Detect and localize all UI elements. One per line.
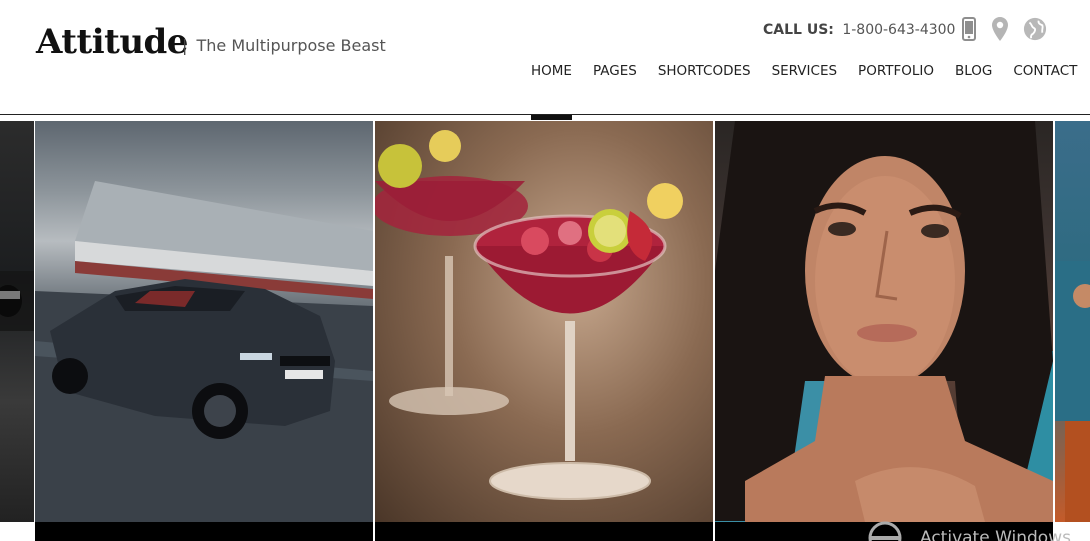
nav-home[interactable]: HOME <box>531 60 572 82</box>
site-logo[interactable]: Attitude <box>36 22 188 62</box>
windows-watermark-icon <box>868 521 902 541</box>
gallery-caption-bar <box>375 522 713 541</box>
activate-windows-watermark: Activate Windows <box>868 521 1071 541</box>
gallery-tile-portrait[interactable] <box>715 121 1053 522</box>
map-pin-icon[interactable] <box>988 16 1012 42</box>
nav-shortcodes[interactable]: SHORTCODES <box>658 60 751 82</box>
main-nav: HOME PAGES SHORTCODES SERVICES PORTFOLIO… <box>531 60 1077 82</box>
gallery-caption-bar <box>35 522 373 541</box>
nav-pages[interactable]: PAGES <box>593 60 637 82</box>
gallery-tile-cocktail[interactable] <box>375 121 713 522</box>
gallery-tile-motorcycle[interactable] <box>0 121 34 522</box>
gallery-tile-people[interactable] <box>1055 121 1090 522</box>
globe-icon[interactable] <box>1023 16 1047 42</box>
nav-active-indicator <box>531 115 572 120</box>
call-us-label: CALL US: <box>763 22 834 38</box>
phone-number[interactable]: 1-800-643-4300 <box>842 22 955 38</box>
nav-portfolio[interactable]: PORTFOLIO <box>858 60 934 82</box>
nav-contact[interactable]: CONTACT <box>1013 60 1077 82</box>
portfolio-gallery <box>0 121 1090 541</box>
call-us: CALL US: 1-800-643-4300 <box>763 19 955 41</box>
tagline-separator: | <box>182 36 188 55</box>
nav-services[interactable]: SERVICES <box>772 60 837 82</box>
mobile-phone-icon[interactable] <box>957 16 981 42</box>
site-tagline: | The Multipurpose Beast <box>182 35 386 57</box>
watermark-text: Activate Windows <box>920 528 1071 541</box>
site-header: Attitude | The Multipurpose Beast CALL U… <box>0 0 1090 115</box>
gallery-tile-car[interactable] <box>35 121 373 522</box>
tagline-text: The Multipurpose Beast <box>196 36 386 55</box>
nav-blog[interactable]: BLOG <box>955 60 992 82</box>
